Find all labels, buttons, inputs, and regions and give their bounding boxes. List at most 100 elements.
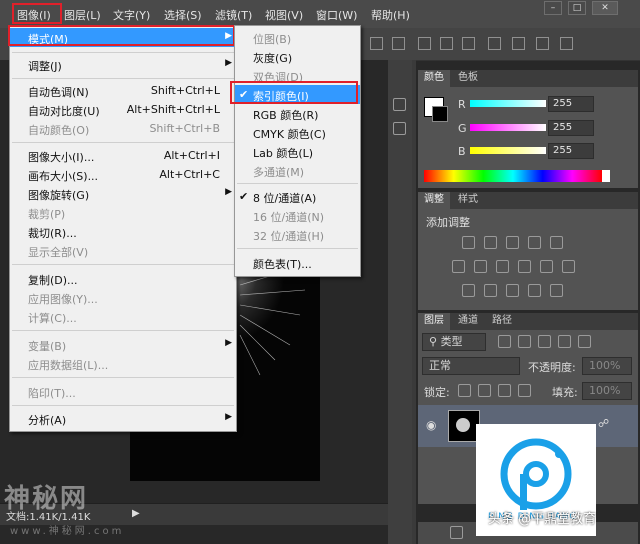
history-icon[interactable] [393, 98, 406, 111]
spectrum-white[interactable] [602, 170, 610, 182]
selective-color-icon[interactable] [550, 284, 563, 297]
menu-type[interactable]: 文字(Y) [113, 7, 150, 23]
filter-type-icon[interactable] [538, 335, 551, 348]
vibrance-icon[interactable] [550, 236, 563, 249]
filter-shape-icon[interactable] [558, 335, 571, 348]
menu-help[interactable]: 帮助(H) [371, 7, 410, 23]
black-white-icon[interactable] [496, 260, 509, 273]
channel-g-slider[interactable] [470, 124, 546, 131]
menu-item-crop[interactable]: 裁剪(P) [10, 203, 236, 222]
menu-filter[interactable]: 滤镜(T) [215, 7, 252, 23]
brightness-icon[interactable] [462, 236, 475, 249]
menu-item-calculations[interactable]: 计算(C)... [10, 307, 236, 326]
background-swatch[interactable] [432, 106, 448, 122]
align-top-icon[interactable] [370, 37, 383, 50]
channel-g-value[interactable]: 255 [548, 120, 594, 136]
menu-item-apply-data-set[interactable]: 应用数据组(L)... [10, 354, 236, 373]
menu-item-32bit[interactable]: 32 位/通道(H) [235, 225, 360, 244]
filter-smart-icon[interactable] [578, 335, 591, 348]
gradient-map-icon[interactable] [528, 284, 541, 297]
menu-item-canvas-size[interactable]: 画布大小(S)... Alt+Ctrl+C [10, 165, 236, 184]
menu-item-auto-contrast[interactable]: 自动对比度(U) Alt+Shift+Ctrl+L [10, 100, 236, 119]
align-left-icon[interactable] [440, 37, 453, 50]
lock-pixels-icon[interactable] [478, 384, 491, 397]
filter-pixel-icon[interactable] [498, 335, 511, 348]
filter-adjust-icon[interactable] [518, 335, 531, 348]
link-layers-icon[interactable] [450, 526, 463, 539]
tab-swatches[interactable]: 色板 [452, 70, 484, 87]
menu-item-reveal-all[interactable]: 显示全部(V) [10, 241, 236, 260]
submenu-arrow-icon: ▶ [225, 338, 232, 348]
submenu-arrow-icon: ▶ [225, 187, 232, 197]
menu-item-duplicate[interactable]: 复制(D)... [10, 269, 236, 288]
levels-icon[interactable] [484, 236, 497, 249]
properties-icon[interactable] [393, 122, 406, 135]
menu-item-8bit[interactable]: ✔ 8 位/通道(A) [235, 187, 360, 206]
auto-align-icon[interactable] [560, 37, 573, 50]
layer-filter-kind[interactable]: ⚲ 类型 [422, 333, 486, 351]
hue-saturation-icon[interactable] [452, 260, 465, 273]
menu-item-variables[interactable]: 变量(B) ▶ [10, 335, 236, 354]
opacity-input[interactable]: 100% [582, 357, 632, 375]
menu-view[interactable]: 视图(V) [265, 7, 303, 23]
menu-item-16bit[interactable]: 16 位/通道(N) [235, 206, 360, 225]
align-middle-icon[interactable] [392, 37, 405, 50]
menu-item-adjust[interactable]: 调整(J) ▶ [10, 55, 236, 74]
distribute-icon[interactable] [488, 37, 501, 50]
tab-color[interactable]: 颜色 [418, 70, 450, 87]
invert-icon[interactable] [462, 284, 475, 297]
distribute-v-icon[interactable] [536, 37, 549, 50]
channel-mixer-icon[interactable] [540, 260, 553, 273]
close-icon[interactable]: ✕ [592, 1, 618, 15]
curves-icon[interactable] [506, 236, 519, 249]
tab-channels[interactable]: 通道 [452, 313, 484, 330]
menu-item-color-table[interactable]: 颜色表(T)... [235, 253, 360, 272]
exposure-icon[interactable] [528, 236, 541, 249]
menu-item-image-rotation[interactable]: 图像旋转(G) ▶ [10, 184, 236, 203]
menu-item-multichannel[interactable]: 多通道(M) [235, 161, 360, 180]
menubar: 图像(I) 图层(L) 文字(Y) 选择(S) 滤镜(T) 视图(V) 窗口(W… [0, 0, 640, 28]
menu-select[interactable]: 选择(S) [164, 7, 202, 23]
menu-item-apply-image[interactable]: 应用图像(Y)... [10, 288, 236, 307]
eye-icon[interactable]: ◉ [426, 418, 436, 432]
photo-filter-icon[interactable] [518, 260, 531, 273]
maximize-icon[interactable]: □ [568, 1, 586, 15]
threshold-icon[interactable] [506, 284, 519, 297]
menu-item-image-size[interactable]: 图像大小(I)... Alt+Ctrl+I [10, 146, 236, 165]
menu-window[interactable]: 窗口(W) [316, 7, 357, 23]
color-lookup-icon[interactable] [562, 260, 575, 273]
align-bottom-icon[interactable] [418, 37, 431, 50]
menu-item-bitmap[interactable]: 位图(B) [235, 28, 360, 47]
tab-adjustments[interactable]: 调整 [418, 192, 450, 209]
channel-b-value[interactable]: 255 [548, 143, 594, 159]
menu-item-grayscale[interactable]: 灰度(G) [235, 47, 360, 66]
tab-layers[interactable]: 图层 [418, 313, 450, 330]
callout-mode-item [8, 25, 235, 46]
menu-item-lab-color[interactable]: Lab 颜色(L) [235, 142, 360, 161]
tab-paths[interactable]: 路径 [486, 313, 518, 330]
blend-mode-select[interactable]: 正常 [422, 357, 520, 375]
lock-all-icon[interactable] [518, 384, 531, 397]
color-balance-icon[interactable] [474, 260, 487, 273]
align-center-icon[interactable] [462, 37, 475, 50]
posterize-icon[interactable] [484, 284, 497, 297]
minimize-icon[interactable]: – [544, 1, 562, 15]
fill-input[interactable]: 100% [582, 382, 632, 400]
menu-item-auto-tone[interactable]: 自动色调(N) Shift+Ctrl+L [10, 81, 236, 100]
status-arrow-icon[interactable]: ▶ [132, 508, 140, 519]
distribute-h-icon[interactable] [512, 37, 525, 50]
channel-r-value[interactable]: 255 [548, 96, 594, 112]
menu-layer[interactable]: 图层(L) [64, 7, 101, 23]
lock-position-icon[interactable] [498, 384, 511, 397]
menu-item-rgb-color[interactable]: RGB 颜色(R) [235, 104, 360, 123]
channel-b-slider[interactable] [470, 147, 546, 154]
menu-item-cmyk-color[interactable]: CMYK 颜色(C) [235, 123, 360, 142]
lock-transparency-icon[interactable] [458, 384, 471, 397]
menu-item-trap[interactable]: 陷印(T)... [10, 382, 236, 401]
menu-item-analysis[interactable]: 分析(A) ▶ [10, 409, 236, 428]
menu-item-auto-color[interactable]: 自动颜色(O) Shift+Ctrl+B [10, 119, 236, 138]
tab-styles[interactable]: 样式 [452, 192, 484, 209]
menu-item-trim[interactable]: 裁切(R)... [10, 222, 236, 241]
color-spectrum-bar[interactable] [424, 170, 602, 182]
channel-r-slider[interactable] [470, 100, 546, 107]
